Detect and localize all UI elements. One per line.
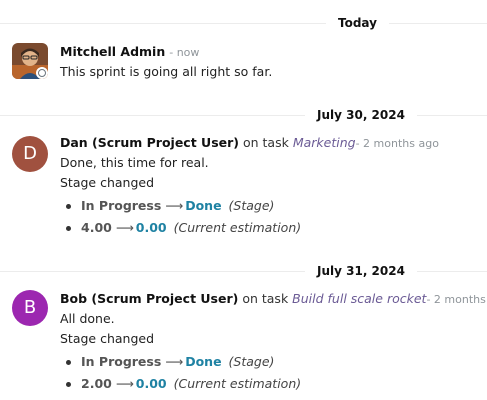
- message-body: All done.: [60, 311, 115, 326]
- new-value: 0.00: [135, 376, 167, 391]
- message-header: Mitchell Admin - now: [60, 43, 487, 62]
- old-value: In Progress: [81, 354, 162, 369]
- field-name: (Stage): [228, 198, 275, 213]
- timestamp: - now: [169, 46, 200, 59]
- message-header: Bob (Scrum Project User) on task Build f…: [60, 290, 487, 309]
- task-link[interactable]: Build full scale rocket: [292, 291, 426, 306]
- on-task-text: on task: [242, 135, 289, 150]
- field-name: (Stage): [228, 354, 275, 369]
- new-value: Done: [185, 354, 222, 369]
- date-separator-label: July 30, 2024: [305, 106, 417, 124]
- timestamp: - 2 months ago: [355, 137, 439, 150]
- author-name[interactable]: Mitchell Admin: [60, 44, 165, 59]
- avatar[interactable]: B: [12, 290, 48, 326]
- change-title: Stage changed: [60, 331, 155, 346]
- task-link[interactable]: Marketing: [293, 135, 356, 150]
- arrow-right-icon: ⟶: [165, 354, 184, 369]
- tracking-change-item: In Progress ⟶ Done (Stage): [60, 351, 487, 373]
- avatar-letter: B: [23, 297, 37, 318]
- presence-status-icon: [36, 67, 48, 79]
- date-separator-label: July 31, 2024: [305, 262, 417, 280]
- field-name: (Current estimation): [173, 376, 302, 391]
- tracking-change-item: 4.00 ⟶ 0.00 (Current estimation): [60, 217, 487, 239]
- tracking-change-item: 2.00 ⟶ 0.00 (Current estimation): [60, 373, 487, 395]
- author-name[interactable]: Bob (Scrum Project User): [60, 291, 238, 306]
- change-title: Stage changed: [60, 175, 155, 190]
- date-separator-label: Today: [326, 14, 389, 32]
- old-value: 4.00: [81, 220, 112, 235]
- new-value: Done: [185, 198, 222, 213]
- tracking-changes-list: In Progress ⟶ Done (Stage) 4.00 ⟶ 0.00 (Curr…: [60, 195, 487, 239]
- message-body: Done, this time for real.: [60, 155, 209, 170]
- arrow-right-icon: ⟶: [165, 198, 184, 213]
- avatar-letter: D: [23, 143, 37, 164]
- date-separator-jul30: July 30, 2024: [0, 106, 487, 126]
- tracking-changes-list: In Progress ⟶ Done (Stage) 2.00 ⟶ 0.00 (Curr…: [60, 351, 487, 395]
- separator-line: [0, 23, 487, 24]
- arrow-right-icon: ⟶: [115, 376, 134, 391]
- avatar[interactable]: D: [12, 136, 48, 172]
- date-separator-jul31: July 31, 2024: [0, 262, 487, 282]
- date-separator-today: Today: [0, 14, 487, 34]
- old-value: 2.00: [81, 376, 112, 391]
- tracking-change-item: In Progress ⟶ Done (Stage): [60, 195, 487, 217]
- new-value: 0.00: [135, 220, 167, 235]
- author-name[interactable]: Dan (Scrum Project User): [60, 135, 239, 150]
- arrow-right-icon: ⟶: [115, 220, 134, 235]
- message-body: This sprint is going all right so far.: [60, 64, 273, 79]
- old-value: In Progress: [81, 198, 162, 213]
- field-name: (Current estimation): [173, 220, 302, 235]
- on-task-text: on task: [242, 291, 289, 306]
- timestamp: - 2 months ago: [426, 293, 487, 306]
- message-header: Dan (Scrum Project User) on task Marketi…: [60, 134, 487, 153]
